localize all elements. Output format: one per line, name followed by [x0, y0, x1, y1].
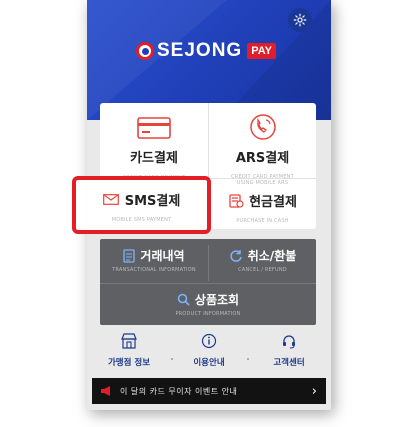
info-icon — [201, 333, 217, 349]
document-list-icon — [123, 248, 136, 263]
nav-guide-label: 이용안내 — [193, 358, 225, 368]
transactions-button[interactable]: 거래내역 TRANSACTIONAL INFORMATION — [100, 247, 208, 273]
history-menu: 거래내역 TRANSACTIONAL INFORMATION 취소/환불 CAN… — [100, 239, 316, 325]
nav-merchant-label: 가맹점 정보 — [107, 358, 151, 368]
ars-payment-button[interactable]: ARS결제 CREDIT CARD PAYMENT USING MOBILE A… — [209, 103, 316, 186]
cancel-refund-sub: CANCEL / REFUND — [238, 267, 287, 273]
history-divider-horizontal — [100, 283, 316, 284]
cash-payment-sub: PURCHASE IN CASH — [236, 218, 289, 224]
settings-button[interactable] — [288, 8, 312, 32]
cancel-refund-button[interactable]: 취소/환불 CANCEL / REFUND — [209, 247, 316, 273]
payment-menu: 카드결제 CREDIT CARD PAYMENT ARS결제 CREDIT CA… — [100, 103, 316, 229]
card-payment-button[interactable]: 카드결제 CREDIT CARD PAYMENT — [100, 103, 208, 181]
nav-customer-center[interactable]: 고객센터 — [249, 333, 329, 368]
chevron-right-icon: › — [311, 383, 317, 399]
gear-icon — [293, 13, 307, 27]
brand-name: SEJONG — [157, 40, 243, 61]
cash-payment-button[interactable]: 현금결제 PURCHASE IN CASH — [209, 179, 316, 229]
credit-card-icon — [137, 117, 171, 139]
cash-payment-label: 현금결제 — [249, 195, 297, 210]
phone-call-icon — [249, 114, 276, 140]
product-lookup-button[interactable]: 상품조회 PRODUCT INFORMATION — [100, 291, 316, 317]
brand-logo: SEJONG PAY — [136, 40, 276, 62]
headset-icon — [283, 335, 295, 349]
store-icon — [121, 333, 137, 349]
refresh-icon — [230, 249, 242, 262]
phone-screen: SEJONG PAY 카드결제 CREDIT CARD PAYMENT ARS결… — [87, 0, 331, 410]
megaphone-icon — [101, 386, 110, 396]
transactions-label: 거래내역 — [140, 249, 185, 263]
transactions-sub: TRANSACTIONAL INFORMATION — [112, 267, 196, 273]
cancel-refund-label: 취소/환불 — [247, 249, 297, 263]
logo-mark — [136, 42, 154, 60]
product-lookup-sub: PRODUCT INFORMATION — [175, 311, 241, 317]
ars-payment-label: ARS결제 — [235, 151, 290, 166]
nav-guide[interactable]: 이용안내 — [169, 333, 249, 368]
notice-ticker[interactable]: 이 달의 카드 무이자 이벤트 안내 › — [92, 378, 326, 404]
nav-merchant-info[interactable]: 가맹점 정보 — [89, 333, 169, 368]
card-payment-label: 카드결제 — [130, 151, 178, 166]
product-lookup-label: 상품조회 — [194, 293, 240, 307]
cash-receipt-icon — [229, 193, 244, 208]
bottom-nav: 가맹점 정보 이용안내 고객센터 — [87, 333, 331, 373]
brand-badge: PAY — [247, 43, 276, 59]
notice-message: 이 달의 카드 무이자 이벤트 안내 — [120, 386, 238, 396]
card-payment-sub: CREDIT CARD PAYMENT — [122, 175, 186, 181]
search-icon — [177, 293, 190, 306]
nav-customer-label: 고객센터 — [273, 358, 305, 368]
app-header: SEJONG PAY — [87, 0, 331, 120]
